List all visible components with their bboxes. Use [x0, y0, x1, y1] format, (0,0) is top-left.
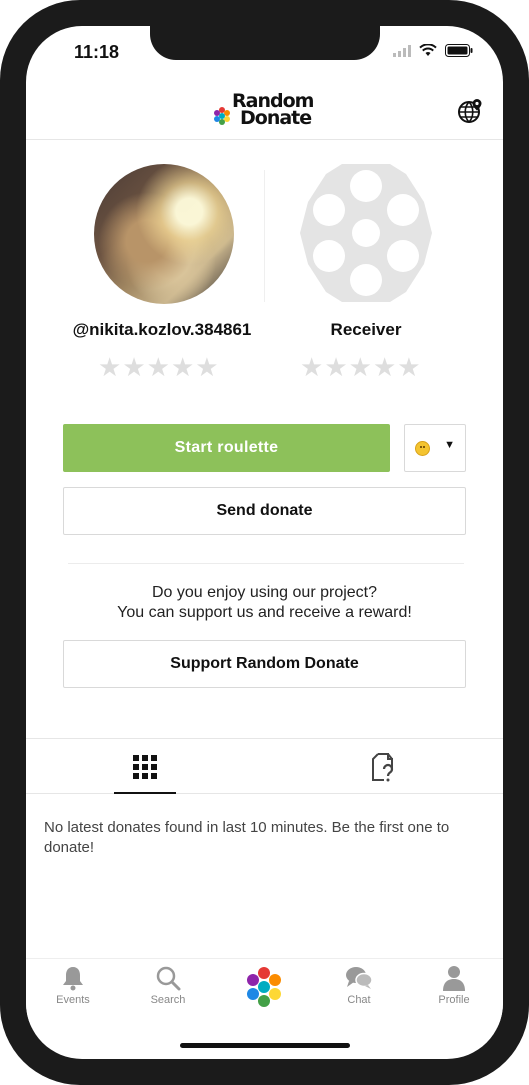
receiver-placeholder-icon[interactable]: [298, 162, 434, 304]
app-screen: 11:18 Random Donate @nikita.kozlov.38486…: [26, 26, 503, 1059]
star-icon: ★: [170, 352, 196, 382]
nav-search[interactable]: Search: [133, 965, 203, 1021]
nav-chat-label: Chat: [347, 994, 371, 1006]
nav-profile-label: Profile: [438, 994, 470, 1006]
bottom-navigation: Events Search Chat Profile: [26, 958, 503, 1028]
receiver-rating: ★★★★★: [300, 352, 422, 383]
promo-line-2: You can support us and receive a reward!: [117, 604, 412, 621]
support-button[interactable]: Support Random Donate: [63, 640, 466, 688]
home-indicator[interactable]: [180, 1043, 350, 1048]
section-divider: [68, 563, 464, 564]
star-icon: ★: [195, 352, 220, 382]
nav-home[interactable]: [229, 965, 299, 1021]
battery-icon: [445, 44, 473, 57]
phone-frame: 11:18 Random Donate @nikita.kozlov.38486…: [0, 0, 529, 1085]
grid-icon: [133, 755, 157, 779]
status-icons: [393, 44, 473, 57]
star-icon: ★: [98, 352, 123, 382]
random-donate-logo[interactable]: Random Donate: [212, 90, 318, 132]
sender-avatar[interactable]: [94, 164, 234, 304]
star-icon: ★: [397, 352, 422, 382]
emoji-selector[interactable]: ▼: [404, 424, 466, 472]
tab-grid[interactable]: [114, 739, 176, 794]
question-document-icon: [372, 753, 394, 782]
receiver-label: Receiver: [330, 320, 402, 339]
user-icon: [443, 966, 465, 991]
profile-divider: [264, 170, 265, 302]
star-icon: ★: [146, 352, 171, 382]
support-promo: Do you enjoy using our project? You can …: [63, 583, 466, 623]
sender-rating: ★★★★★: [98, 352, 220, 383]
hex-logo-icon: [247, 967, 281, 1007]
globe-pin-icon[interactable]: [457, 98, 483, 124]
send-donate-button[interactable]: Send donate: [63, 487, 466, 535]
hex-logo-mark-icon: [214, 107, 230, 125]
start-roulette-button[interactable]: Start roulette: [63, 424, 390, 472]
sender-username: @nikita.kozlov.384861: [72, 320, 252, 339]
bell-icon: [63, 967, 83, 991]
smiley-icon: [415, 441, 430, 456]
empty-feed-message: No latest donates found in last 10 minut…: [44, 819, 450, 856]
star-icon: ★: [348, 352, 373, 382]
device-notch: [150, 26, 380, 60]
search-icon: [156, 966, 181, 991]
nav-chat[interactable]: Chat: [324, 965, 394, 1021]
star-icon: ★: [122, 352, 147, 382]
status-time: 11:18: [74, 42, 120, 62]
promo-line-1: Do you enjoy using our project?: [151, 584, 378, 601]
star-icon: ★: [372, 352, 398, 382]
app-header: Random Donate: [26, 86, 503, 140]
feed-tabs: [26, 738, 503, 794]
caret-down-icon: ▼: [444, 439, 455, 451]
chat-bubbles-icon: [346, 967, 373, 989]
nav-search-label: Search: [150, 994, 186, 1006]
logo-text-donate: Donate: [240, 107, 312, 129]
nav-events-label: Events: [56, 994, 90, 1006]
star-icon: ★: [300, 352, 325, 382]
tab-help[interactable]: [364, 739, 404, 794]
nav-events[interactable]: Events: [38, 965, 108, 1021]
wifi-icon: [419, 44, 437, 56]
signal-icon: [393, 44, 411, 57]
nav-profile[interactable]: Profile: [419, 965, 489, 1021]
star-icon: ★: [324, 352, 349, 382]
